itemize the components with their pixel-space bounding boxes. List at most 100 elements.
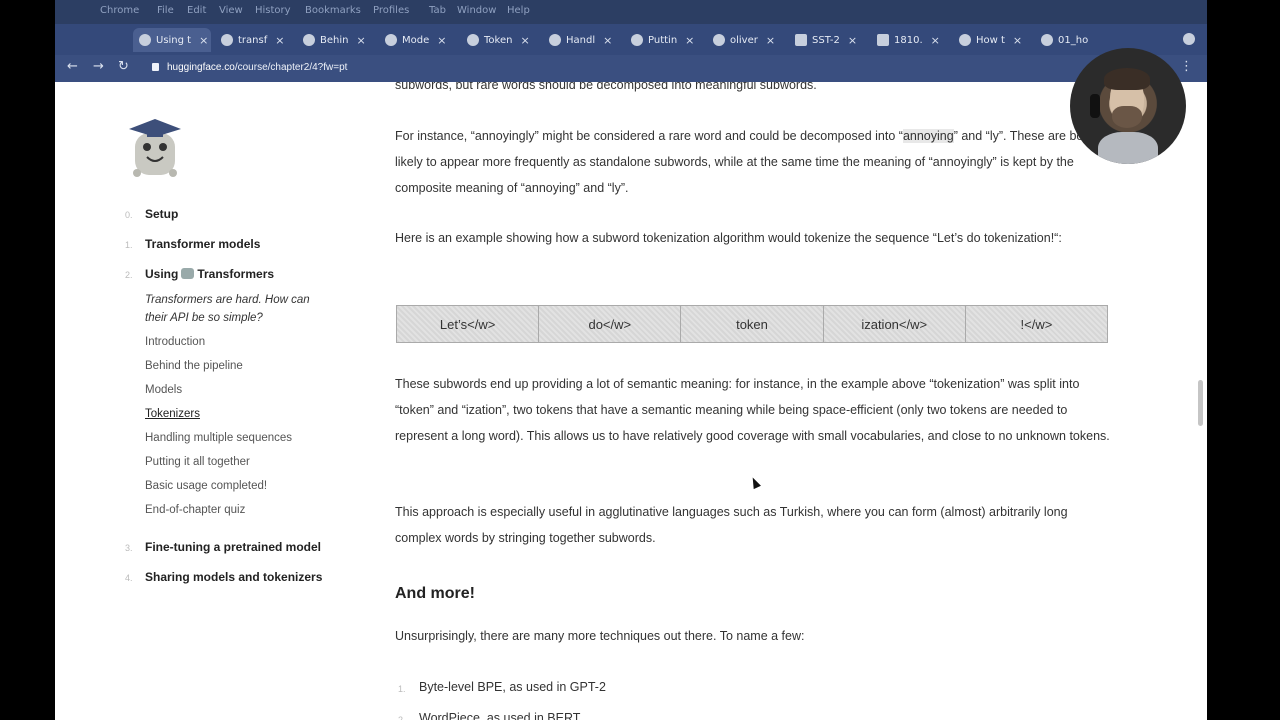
hf-favicon-icon bbox=[959, 34, 971, 46]
list-number: 1. bbox=[398, 684, 406, 694]
chapter-number: 2. bbox=[125, 270, 133, 280]
reload-icon[interactable]: ↻ bbox=[118, 59, 129, 74]
headphones-icon bbox=[1090, 94, 1100, 118]
menu-help[interactable]: Help bbox=[507, 5, 530, 16]
colab-icon bbox=[1041, 34, 1053, 46]
menu-edit[interactable]: Edit bbox=[187, 5, 206, 16]
close-icon[interactable]: × bbox=[275, 34, 284, 47]
tab-putting[interactable]: Puttin × bbox=[625, 28, 703, 52]
highlighted-word: annoying bbox=[902, 129, 954, 143]
tab-label: Mode bbox=[402, 34, 430, 46]
token-cell: !</w> bbox=[965, 306, 1108, 342]
menu-bar: Chrome File Edit View History Bookmarks … bbox=[55, 0, 1207, 24]
menu-file[interactable]: File bbox=[157, 5, 174, 16]
sidebar-item-behind-pipeline[interactable]: Behind the pipeline bbox=[145, 360, 243, 372]
sidebar-item-tokenizers[interactable]: Tokenizers bbox=[145, 408, 200, 420]
chapter-tagline: Transformers are hard. How can their API… bbox=[145, 294, 310, 324]
presenter-shirt bbox=[1098, 132, 1158, 164]
menu-window[interactable]: Window bbox=[457, 5, 496, 16]
chapter-number: 4. bbox=[125, 573, 133, 583]
colab-icon bbox=[385, 34, 397, 46]
tab-transformers-github[interactable]: transf × bbox=[215, 28, 293, 52]
close-icon[interactable]: × bbox=[848, 34, 857, 47]
sidebar-item-quiz[interactable]: End-of-chapter quiz bbox=[145, 504, 245, 516]
list-item: WordPiece, as used in BERT bbox=[419, 711, 581, 720]
chapter-setup[interactable]: Setup bbox=[145, 207, 178, 221]
chapter-label-start: Using bbox=[145, 267, 179, 281]
tab-label: Token bbox=[484, 34, 513, 46]
menu-bookmarks[interactable]: Bookmarks bbox=[305, 5, 361, 16]
menu-profiles[interactable]: Profiles bbox=[373, 5, 409, 16]
sidebar-item-introduction[interactable]: Introduction bbox=[145, 336, 205, 348]
close-icon[interactable]: × bbox=[1013, 34, 1022, 47]
tab-arxiv[interactable]: 1810. × bbox=[871, 28, 949, 52]
hf-favicon-icon bbox=[713, 34, 725, 46]
chapter-number: 1. bbox=[125, 240, 133, 250]
tab-sst2[interactable]: SST-2 × bbox=[789, 28, 867, 52]
menu-view[interactable]: View bbox=[219, 5, 243, 16]
chapter-label-end: Transformers bbox=[197, 267, 275, 281]
scrollbar-thumb[interactable] bbox=[1198, 380, 1203, 426]
back-icon[interactable]: ← bbox=[67, 59, 78, 74]
token-cell: token bbox=[681, 306, 824, 342]
address-toolbar: ← → ↻ huggingface.co/course/chapter2/4?f… bbox=[55, 55, 1207, 82]
hf-course-logo-icon bbox=[129, 119, 181, 177]
token-cell: ization</w> bbox=[823, 306, 966, 342]
close-icon[interactable]: × bbox=[766, 34, 775, 47]
tab-tokenizers[interactable]: Token × bbox=[461, 28, 539, 52]
menu-tab[interactable]: Tab bbox=[429, 5, 446, 16]
menu-history[interactable]: History bbox=[255, 5, 291, 16]
close-icon[interactable]: × bbox=[685, 34, 694, 47]
section-heading: And more! bbox=[395, 585, 475, 602]
presenter-beard bbox=[1112, 106, 1142, 128]
presenter-hair bbox=[1104, 68, 1150, 90]
tab-label: 01_ho bbox=[1058, 34, 1089, 46]
tab-models[interactable]: Mode × bbox=[379, 28, 457, 52]
paperswithcode-icon bbox=[795, 34, 807, 46]
tab-label: Puttin bbox=[648, 34, 678, 46]
token-cell: do</w> bbox=[539, 306, 682, 342]
hf-favicon-icon bbox=[139, 34, 151, 46]
github-icon bbox=[221, 34, 233, 46]
paragraph: For instance, “annoyingly” might be cons… bbox=[395, 123, 1110, 201]
tab-strip: Using t × transf × Behin × Mode × Token bbox=[55, 24, 1207, 55]
token-diagram: Let’s</w> do</w> token ization</w> !</w> bbox=[396, 305, 1108, 343]
webcam-overlay bbox=[1070, 48, 1186, 164]
menu-chrome[interactable]: Chrome bbox=[100, 5, 139, 16]
tab-label: How t bbox=[976, 34, 1005, 46]
sidebar-item-models[interactable]: Models bbox=[145, 384, 182, 396]
new-tab-icon[interactable] bbox=[1183, 33, 1195, 45]
close-icon[interactable]: × bbox=[356, 34, 365, 47]
sidebar-item-handling-multiple-sequences[interactable]: Handling multiple sequences bbox=[145, 432, 292, 444]
forward-icon[interactable]: → bbox=[93, 59, 104, 74]
tab-oliver[interactable]: oliver × bbox=[707, 28, 785, 52]
address-bar[interactable]: huggingface.co/course/chapter2/4?fw=pt bbox=[167, 62, 347, 73]
screen-recording: Chrome File Edit View History Bookmarks … bbox=[0, 0, 1280, 720]
sidebar-item-basic-usage[interactable]: Basic usage completed! bbox=[145, 480, 267, 492]
more-icon[interactable]: ⋮ bbox=[1180, 59, 1193, 74]
paragraph: Unsurprisingly, there are many more tech… bbox=[395, 629, 805, 643]
close-icon[interactable]: × bbox=[520, 34, 529, 47]
chapter-transformer-models[interactable]: Transformer models bbox=[145, 237, 260, 251]
chapter-using-transformers[interactable]: Using Transformers bbox=[145, 267, 274, 281]
paragraph: subwords, but rare words should be decom… bbox=[395, 82, 817, 92]
arxiv-icon bbox=[877, 34, 889, 46]
chapter-fine-tuning[interactable]: Fine-tuning a pretrained model bbox=[145, 540, 321, 554]
close-icon[interactable]: × bbox=[931, 34, 940, 47]
close-icon[interactable]: × bbox=[603, 34, 612, 47]
lock-icon bbox=[152, 63, 159, 71]
tab-using-transformers[interactable]: Using t × bbox=[133, 28, 211, 52]
colab-icon bbox=[467, 34, 479, 46]
tab-label: transf bbox=[238, 34, 268, 46]
tab-behind-pipeline[interactable]: Behin × bbox=[297, 28, 375, 52]
chapter-sharing-models[interactable]: Sharing models and tokenizers bbox=[145, 570, 322, 584]
tab-notebook[interactable]: 01_ho bbox=[1035, 28, 1113, 52]
paragraph: This approach is especially useful in ag… bbox=[395, 505, 1068, 545]
close-icon[interactable]: × bbox=[437, 34, 446, 47]
close-icon[interactable]: × bbox=[199, 34, 208, 47]
tab-handling[interactable]: Handl × bbox=[543, 28, 621, 52]
tab-how-to[interactable]: How t × bbox=[953, 28, 1031, 52]
tab-label: Using t bbox=[156, 34, 192, 46]
tab-label: Behin bbox=[320, 34, 349, 46]
sidebar-item-putting-together[interactable]: Putting it all together bbox=[145, 456, 250, 468]
